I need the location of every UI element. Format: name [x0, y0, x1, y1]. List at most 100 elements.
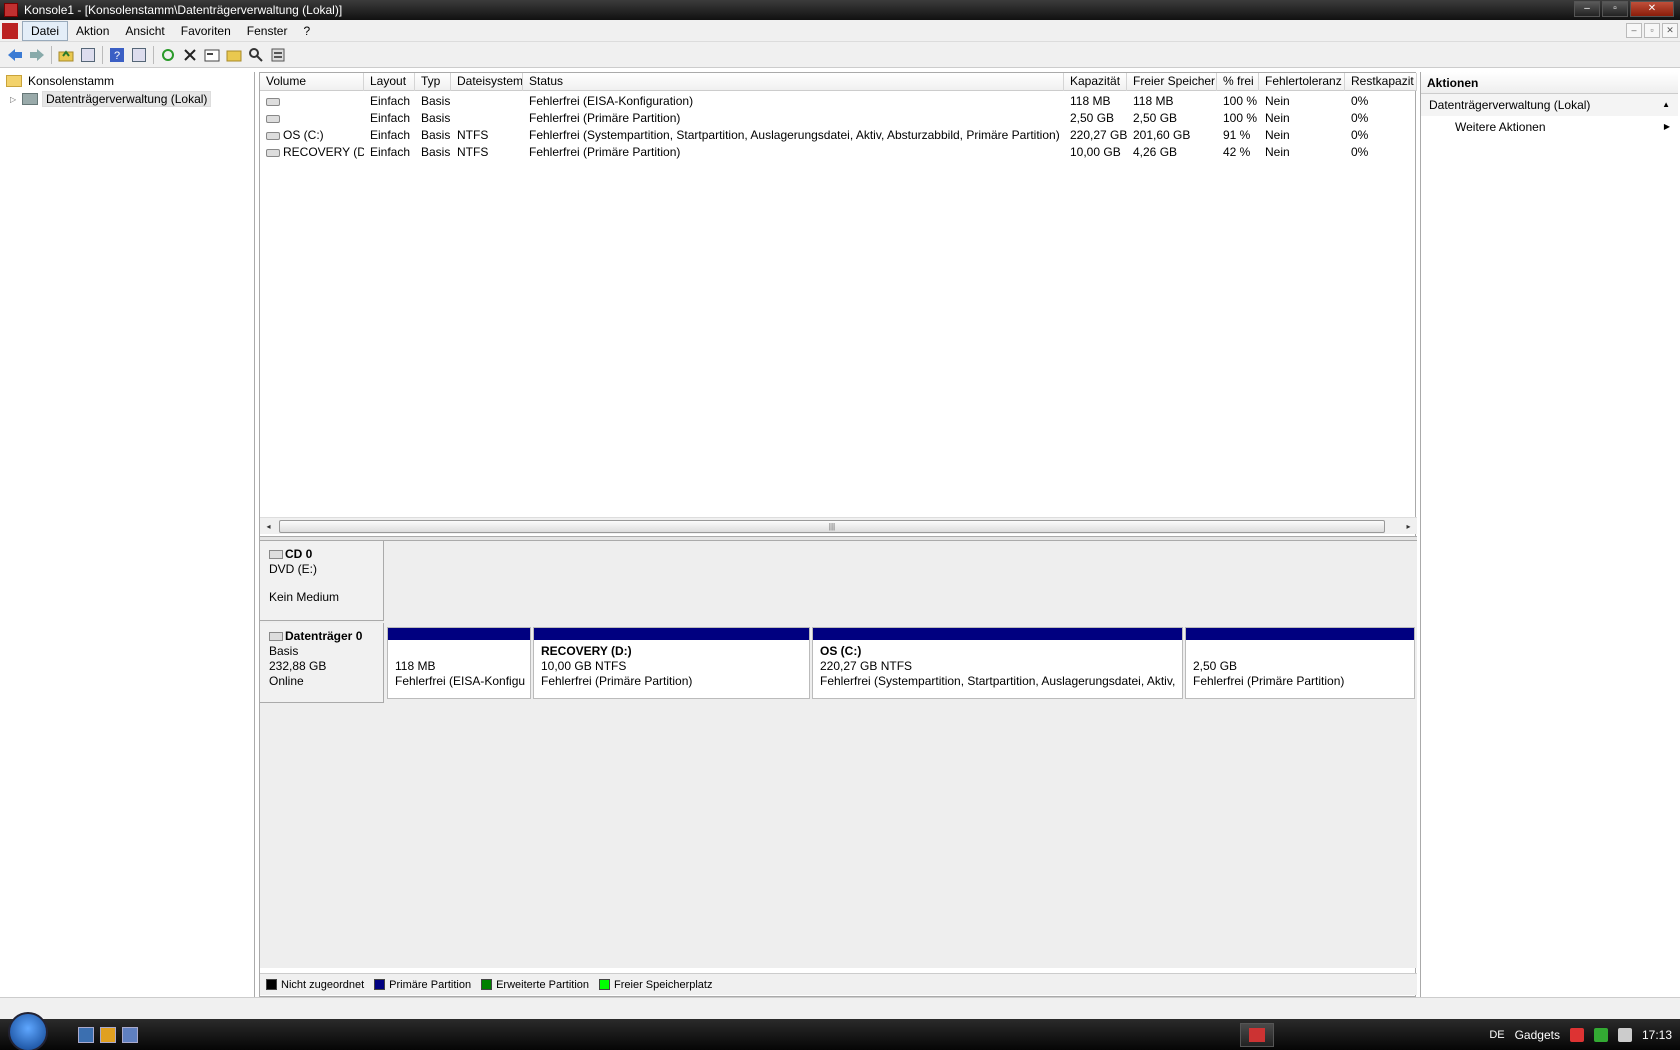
mdi-window-icon[interactable] [2, 22, 18, 39]
column-header-dateisystem[interactable]: Dateisystem [451, 73, 523, 91]
minimize-button[interactable]: – [1574, 1, 1600, 17]
taskbar-mmc-button[interactable] [1240, 1023, 1274, 1047]
table-row[interactable]: Einfach Basis Fehlerfrei (Primäre Partit… [260, 110, 1417, 127]
partition-size: 118 MB [395, 659, 436, 673]
actions-section-disk-management[interactable]: Datenträgerverwaltung (Lokal) ▲ [1421, 94, 1678, 116]
cell-prozent-frei: 100 % [1223, 111, 1258, 125]
menu-favoriten[interactable]: Favoriten [173, 22, 239, 40]
security-alert-icon[interactable] [1569, 1027, 1584, 1042]
volume-list-header: Volume Layout Typ Dateisystem Status Kap… [260, 73, 1417, 91]
tree-item-konsolenstamm[interactable]: Konsolenstamm [0, 72, 254, 90]
table-row[interactable]: Einfach Basis Fehlerfrei (EISA-Konfigura… [260, 93, 1417, 110]
scroll-left-arrow-icon[interactable]: ◂ [260, 518, 277, 535]
column-header-fehlertoleranz[interactable]: Fehlertoleranz [1259, 73, 1345, 91]
legend-label: Primäre Partition [389, 978, 472, 991]
refresh-icon[interactable] [157, 44, 179, 66]
language-indicator[interactable]: DE [1489, 1029, 1504, 1041]
properties-icon[interactable] [201, 44, 223, 66]
column-header-restkapazitaet[interactable]: Restkapazit [1345, 73, 1417, 91]
media-player-icon[interactable] [100, 1026, 116, 1043]
legend-label: Nicht zugeordnet [281, 978, 365, 991]
more-actions-label: Weitere Aktionen [1455, 120, 1546, 134]
partition-status: Fehlerfrei (Systempartition, Startpartit… [820, 674, 1176, 688]
show-hide-tree-icon[interactable] [77, 44, 99, 66]
partition-eisa[interactable]: 118 MB Fehlerfrei (EISA-Konfigu [387, 627, 531, 699]
partition-title [1193, 644, 1414, 659]
mdi-restore-button[interactable]: ▫ [1644, 23, 1660, 38]
cell-status: Fehlerfrei (Systempartition, Startpartit… [529, 128, 1060, 142]
disk-type: Basis [269, 644, 299, 658]
settings-icon[interactable] [267, 44, 289, 66]
disk-label-disk0[interactable]: Datenträger 0 Basis 232,88 GB Online [260, 623, 384, 703]
gadgets-toolbar[interactable]: Gadgets [1515, 1028, 1560, 1042]
table-row[interactable]: OS (C:) Einfach Basis NTFS Fehlerfrei (S… [260, 127, 1417, 144]
close-button[interactable]: ✕ [1630, 1, 1674, 17]
actions-header: Aktionen [1421, 72, 1678, 94]
network-icon[interactable] [1593, 1027, 1608, 1042]
cell-status: Fehlerfrei (Primäre Partition) [529, 145, 681, 159]
menu-help[interactable]: ? [295, 22, 318, 40]
column-header-status[interactable]: Status [523, 73, 1064, 91]
show-desktop-icon[interactable] [78, 1026, 94, 1043]
expand-arrow-icon[interactable]: ▷ [10, 95, 18, 104]
disk-row-disk0[interactable]: Datenträger 0 Basis 232,88 GB Online 118… [260, 623, 1417, 703]
graphical-disk-view: CD 0 DVD (E:) Kein Medium Datenträger 0 … [260, 541, 1417, 968]
column-header-volume[interactable]: Volume [260, 73, 364, 91]
restore-button[interactable]: ▫ [1602, 1, 1628, 17]
console-tree: Konsolenstamm ▷ Datenträgerverwaltung (L… [0, 72, 255, 997]
delete-icon[interactable] [179, 44, 201, 66]
cell-typ: Basis [421, 94, 451, 108]
partition-recovery[interactable]: RECOVERY (D:) 10,00 GB NTFS Fehlerfrei (… [533, 627, 810, 699]
toolbar-separator [102, 45, 103, 64]
cell-freier-speicher: 2,50 GB [1133, 111, 1178, 125]
menu-aktion[interactable]: Aktion [68, 22, 117, 40]
up-folder-icon[interactable] [55, 44, 77, 66]
forward-arrow-icon[interactable] [26, 44, 48, 66]
partition-os[interactable]: OS (C:) 220,27 GB NTFS Fehlerfrei (Syste… [812, 627, 1183, 699]
column-header-kapazitaet[interactable]: Kapazität [1064, 73, 1127, 91]
cell-prozent-frei: 100 % [1223, 94, 1258, 108]
clock[interactable]: 17:13 [1642, 1028, 1672, 1042]
column-header-layout[interactable]: Layout [364, 73, 415, 91]
disk-row-cd0[interactable]: CD 0 DVD (E:) Kein Medium [260, 541, 1417, 621]
submenu-arrow-icon: ▶ [1663, 122, 1670, 131]
scroll-right-arrow-icon[interactable]: ▸ [1400, 518, 1417, 535]
back-arrow-icon[interactable] [4, 44, 26, 66]
switch-windows-icon[interactable] [122, 1026, 138, 1043]
mdi-minimize-button[interactable]: – [1626, 23, 1642, 38]
volume-icon[interactable] [1617, 1027, 1632, 1042]
search-icon[interactable] [245, 44, 267, 66]
legend-swatch-free-space [599, 979, 611, 990]
show-hide-action-pane-icon[interactable] [128, 44, 150, 66]
mdi-close-button[interactable]: ✕ [1662, 23, 1678, 38]
cell-kapazitaet: 118 MB [1070, 94, 1111, 108]
disk-name: CD 0 [285, 547, 313, 561]
help-icon[interactable]: ? [106, 44, 128, 66]
partition-primary-2gb[interactable]: 2,50 GB Fehlerfrei (Primäre Partition) [1185, 627, 1415, 699]
primary-partition-band [813, 628, 1182, 640]
legend-label: Freier Speicherplatz [614, 978, 713, 991]
scrollbar-thumb[interactable]: ||| [279, 520, 1385, 533]
cell-layout: Einfach [370, 111, 411, 125]
mmc-app-icon[interactable] [4, 3, 18, 17]
column-header-typ[interactable]: Typ [415, 73, 451, 91]
more-actions-link[interactable]: Weitere Aktionen ▶ [1421, 116, 1678, 138]
cell-restkapazitaet: 0% [1351, 128, 1369, 142]
table-row[interactable]: RECOVERY (D:) Einfach Basis NTFS Fehlerf… [260, 144, 1417, 161]
column-header-prozent-frei[interactable]: % frei [1217, 73, 1259, 91]
cell-kapazitaet: 2,50 GB [1070, 111, 1115, 125]
menu-fenster[interactable]: Fenster [239, 22, 296, 40]
cell-prozent-frei: 42 % [1223, 145, 1251, 159]
disk-label-cd0[interactable]: CD 0 DVD (E:) Kein Medium [260, 541, 384, 621]
tree-item-datentraegerverwaltung[interactable]: ▷ Datenträgerverwaltung (Lokal) [0, 90, 254, 108]
menu-ansicht[interactable]: Ansicht [117, 22, 172, 40]
open-icon[interactable] [223, 44, 245, 66]
menu-datei[interactable]: Datei [22, 20, 69, 41]
start-button[interactable] [8, 1011, 48, 1050]
partition-title: RECOVERY (D:) [541, 644, 632, 658]
cell-fehlertoleranz: Nein [1265, 111, 1290, 125]
column-header-freier-speicher[interactable]: Freier Speicher [1127, 73, 1217, 91]
collapse-up-icon[interactable]: ▲ [1662, 94, 1670, 116]
cell-typ: Basis [421, 128, 451, 142]
horizontal-scrollbar[interactable]: ◂ ||| ▸ [260, 517, 1417, 534]
